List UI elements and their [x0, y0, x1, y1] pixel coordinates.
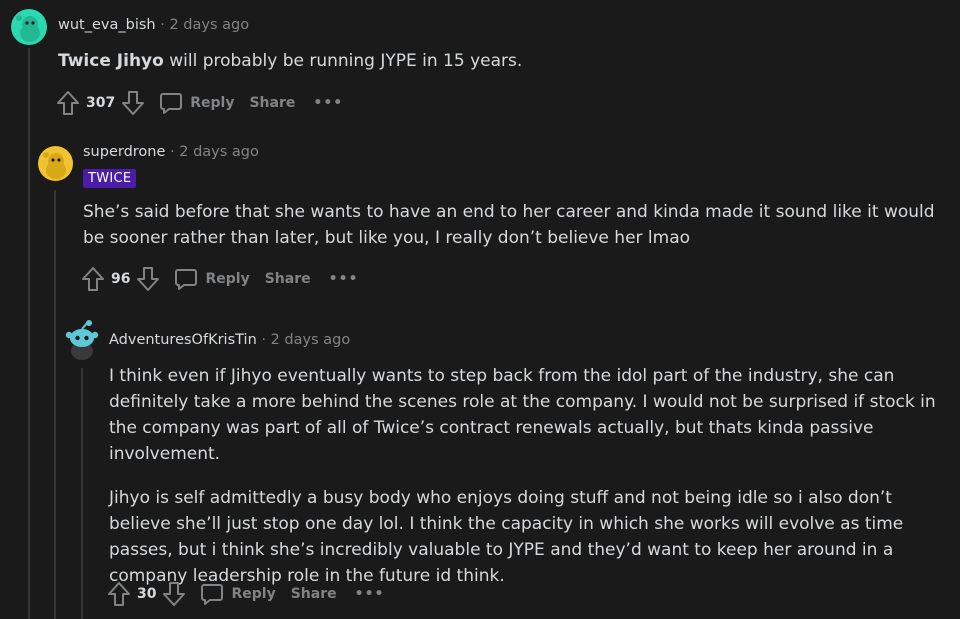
ellipsis-icon: ••• — [328, 271, 359, 287]
share-button[interactable]: Share — [265, 271, 311, 287]
comment-actions: 30 Reply Share ••• — [107, 579, 384, 609]
meta-separator: · — [170, 144, 175, 160]
reply-label: Reply — [205, 271, 250, 287]
body-text: will probably be running JYPE in 15 year… — [163, 51, 523, 71]
more-options-button[interactable]: ••• — [355, 586, 385, 602]
share-label: Share — [249, 95, 296, 111]
reply-button[interactable]: Reply — [159, 91, 234, 115]
comment-actions: 307 Reply Share ••• — [56, 88, 343, 118]
timestamp[interactable]: 2 days ago — [179, 144, 259, 160]
share-label: Share — [264, 271, 311, 287]
snoo-avatar-icon — [16, 15, 40, 42]
downvote-arrow-icon[interactable] — [162, 581, 186, 607]
comment-thread: wut_eva_bish · 2 days ago Twice Jihyo wi… — [0, 0, 960, 619]
share-button[interactable]: Share — [249, 95, 295, 111]
share-button[interactable]: Share — [291, 586, 337, 602]
username[interactable]: superdrone — [83, 144, 165, 160]
reply-button[interactable]: Reply — [174, 267, 250, 291]
user-flair-badge: TWICE — [83, 169, 137, 188]
timestamp[interactable]: 2 days ago — [169, 17, 249, 33]
vote-count: 30 — [137, 586, 157, 602]
ellipsis-icon: ••• — [354, 586, 385, 602]
thread-line-level-1[interactable] — [28, 48, 30, 619]
avatar[interactable] — [64, 319, 100, 361]
thread-line-level-2[interactable] — [54, 190, 56, 619]
comment-actions: 96 Reply Share ••• — [81, 264, 358, 294]
comment-body: I think even if Jihyo eventually wants t… — [109, 363, 949, 589]
comment-paragraph: I think even if Jihyo eventually wants t… — [109, 366, 936, 464]
reply-button[interactable]: Reply — [200, 582, 276, 606]
speech-bubble-icon — [175, 269, 198, 290]
upvote-arrow-icon[interactable] — [56, 90, 80, 116]
comment-body: Twice Jihyo will probably be running JYP… — [58, 48, 938, 74]
comment-meta: wut_eva_bish · 2 days ago — [58, 17, 249, 33]
upvote-arrow-icon[interactable] — [107, 581, 131, 607]
comment-paragraph: Jihyo is self admittedly a busy body who… — [109, 488, 904, 586]
upvote-arrow-icon[interactable] — [81, 266, 105, 292]
reply-label: Reply — [190, 95, 235, 111]
reply-label: Reply — [231, 586, 276, 602]
snoo-avatar-icon — [65, 320, 99, 360]
comment-paragraph: She’s said before that she wants to have… — [83, 202, 935, 248]
snoo-avatar-icon — [43, 152, 66, 179]
ellipsis-icon: ••• — [313, 95, 344, 111]
avatar[interactable] — [38, 146, 73, 181]
bold-text: Twice Jihyo — [58, 51, 164, 71]
speech-bubble-icon — [160, 93, 183, 114]
vote-count: 96 — [111, 271, 131, 287]
vote-count: 307 — [86, 95, 116, 111]
downvote-arrow-icon[interactable] — [121, 90, 145, 116]
username[interactable]: AdventuresOfKrisTin — [109, 332, 257, 348]
downvote-arrow-icon[interactable] — [136, 266, 160, 292]
comment-body: She’s said before that she wants to have… — [83, 199, 943, 251]
speech-bubble-icon — [201, 584, 224, 605]
more-options-button[interactable]: ••• — [329, 271, 359, 287]
thread-line-level-3[interactable] — [81, 368, 83, 619]
comment-meta: superdrone · 2 days ago — [83, 144, 259, 160]
share-label: Share — [290, 586, 337, 602]
username[interactable]: wut_eva_bish — [58, 17, 156, 33]
timestamp[interactable]: 2 days ago — [271, 332, 351, 348]
comment-meta: AdventuresOfKrisTin · 2 days ago — [109, 332, 350, 348]
avatar[interactable] — [11, 9, 47, 45]
meta-separator: · — [261, 332, 266, 348]
more-options-button[interactable]: ••• — [313, 95, 343, 111]
meta-separator: · — [160, 17, 165, 33]
